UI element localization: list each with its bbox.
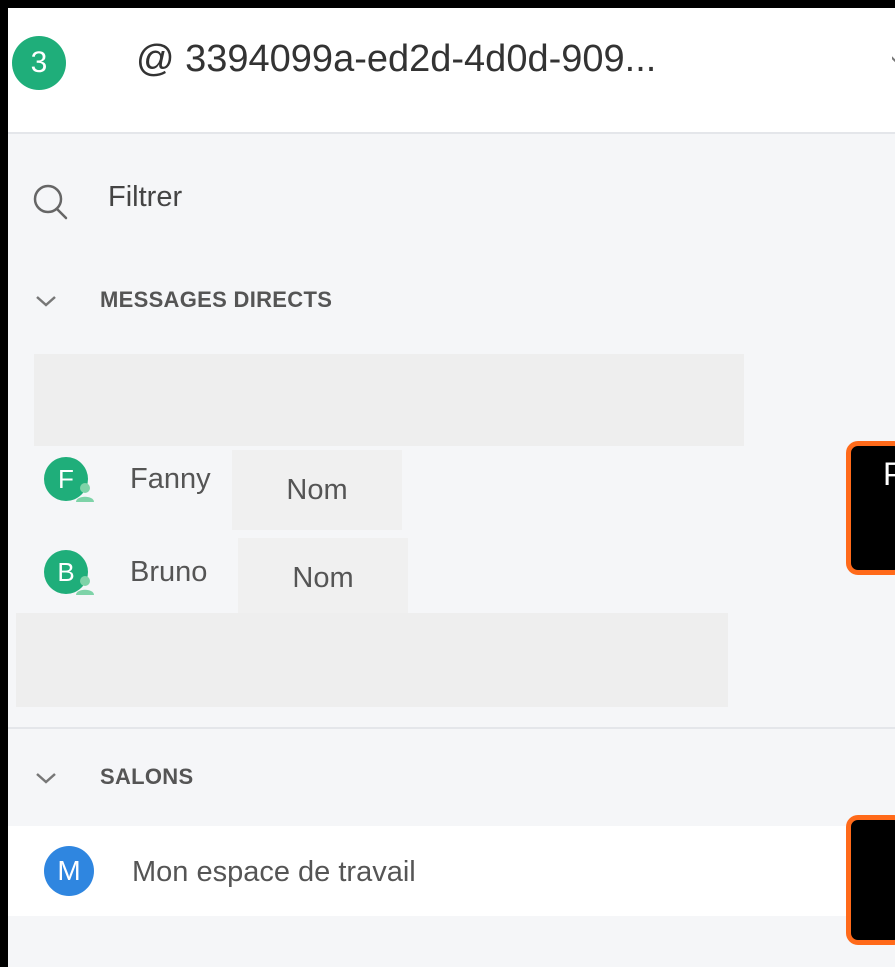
callout-box: P: [846, 441, 895, 575]
section-toggle-rooms[interactable]: SALONS: [34, 764, 534, 794]
avatar: M: [44, 846, 94, 896]
name-label-box: Nom: [238, 538, 408, 618]
callout-text: P: [883, 456, 895, 492]
chevron-down-icon: [36, 296, 56, 307]
workspace-switcher[interactable]: 3 @ 3394099a-ed2d-4d0d-909...: [8, 8, 895, 132]
room-name: Mon espace de travail: [132, 856, 416, 888]
room-item-workspace[interactable]: M Mon espace de travail: [8, 826, 895, 916]
section-title-rooms: SALONS: [100, 764, 194, 789]
workspace-title[interactable]: @ 3394099a-ed2d-4d0d-909...: [136, 38, 656, 81]
section-toggle-direct-messages[interactable]: MESSAGES DIRECTS: [34, 287, 534, 317]
user-status-icon: [76, 483, 94, 502]
section-divider: [8, 727, 895, 729]
redacted-block: [16, 613, 728, 707]
dm-name: Fanny: [130, 463, 211, 495]
filter-placeholder: Filtrer: [108, 181, 183, 213]
chevron-down-icon: [36, 773, 56, 784]
redacted-block: [34, 354, 744, 446]
unread-count-badge: 3: [12, 36, 66, 90]
filter-search[interactable]: Filtrer: [30, 175, 430, 225]
section-title-direct-messages: MESSAGES DIRECTS: [100, 287, 333, 312]
sidebar-panel: 3 @ 3394099a-ed2d-4d0d-909... Filtrer ME…: [0, 0, 895, 967]
workspace-header: 3 @ 3394099a-ed2d-4d0d-909...: [0, 0, 895, 132]
search-icon: [33, 184, 68, 220]
user-status-icon: [76, 576, 94, 595]
dm-name: Bruno: [130, 556, 208, 588]
name-label-box: Nom: [232, 450, 402, 530]
callout-box: [846, 815, 895, 945]
